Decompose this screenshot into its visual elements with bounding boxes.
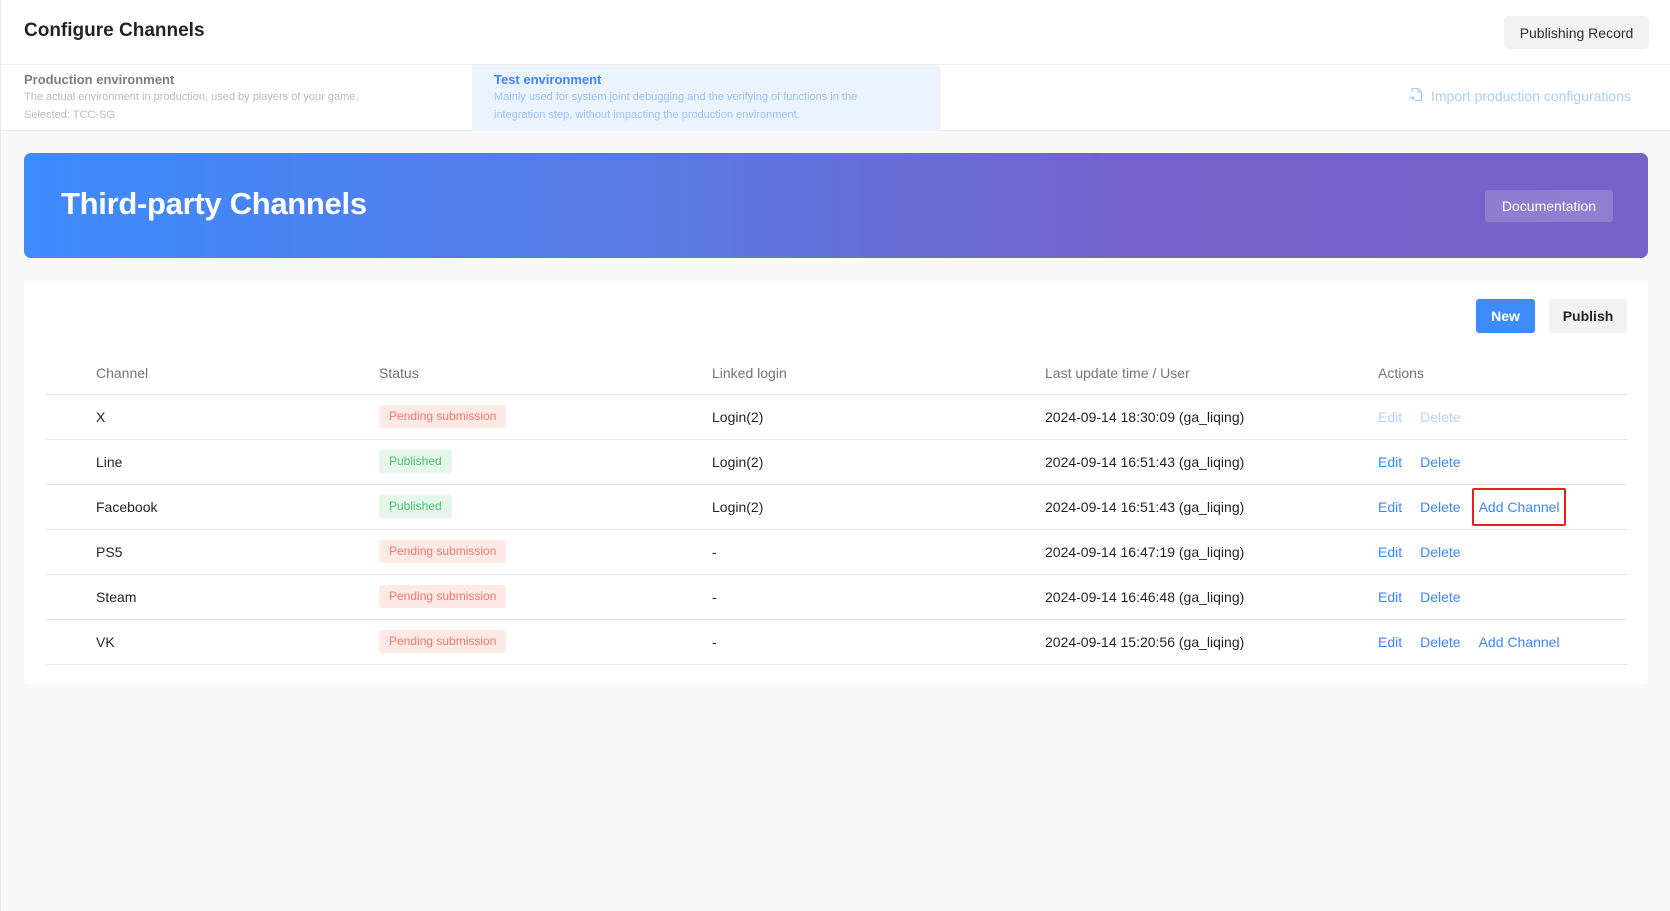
env-test-description-line2: integration step, without impacting the … xyxy=(494,109,800,121)
edit-link[interactable]: Edit xyxy=(1378,634,1402,650)
cell-status: Pending submission xyxy=(379,394,712,440)
cell-linked-login[interactable]: Login(2) xyxy=(712,439,1045,485)
cell-last-update: 2024-09-14 16:51:43 (ga_liqing) xyxy=(1045,484,1378,530)
cell-channel: PS5 xyxy=(46,529,379,575)
delete-link[interactable]: Delete xyxy=(1420,499,1460,515)
cell-last-update: 2024-09-14 16:47:19 (ga_liqing) xyxy=(1045,529,1378,575)
column-header-last-update: Last update time / User xyxy=(1045,353,1378,395)
cell-channel: Facebook xyxy=(46,484,379,530)
column-header-linked-login: Linked login xyxy=(712,353,1045,395)
channels-card: New Publish Channel Status Linked login … xyxy=(24,281,1648,684)
channels-table: Channel Status Linked login Last update … xyxy=(46,353,1627,665)
env-test-description-line1: Mainly used for system joint debugging a… xyxy=(494,91,858,103)
page-title: Configure Channels xyxy=(24,20,205,41)
cell-last-update: 2024-09-14 18:30:09 (ga_liqing) xyxy=(1045,394,1378,440)
status-badge: Published xyxy=(379,495,452,518)
cell-linked-login: - xyxy=(712,574,1045,620)
delete-link[interactable]: Delete xyxy=(1420,544,1460,560)
environment-selector: Production environment The actual enviro… xyxy=(1,65,1670,131)
cell-status: Published xyxy=(379,484,712,530)
cell-status: Pending submission xyxy=(379,574,712,620)
env-tab-test[interactable]: Test environment Mainly used for system … xyxy=(472,65,941,131)
top-bar: Configure Channels Publishing Record xyxy=(1,0,1670,65)
cell-last-update: 2024-09-14 15:20:56 (ga_liqing) xyxy=(1045,619,1378,665)
cell-linked-login[interactable]: Login(2) xyxy=(712,394,1045,440)
import-label: Import production configurations xyxy=(1431,88,1631,104)
delete-link[interactable]: Delete xyxy=(1420,589,1460,605)
status-badge: Published xyxy=(379,450,452,473)
cell-linked-login[interactable]: Login(2) xyxy=(712,484,1045,530)
edit-link[interactable]: Edit xyxy=(1378,454,1402,470)
column-header-channel: Channel xyxy=(46,353,379,395)
cell-channel: Steam xyxy=(46,574,379,620)
new-button[interactable]: New xyxy=(1476,299,1535,333)
env-production-description: The actual environment in production, us… xyxy=(24,91,359,103)
edit-link[interactable]: Edit xyxy=(1378,499,1402,515)
env-production-title: Production environment xyxy=(24,72,175,87)
table-row: Line Published Login(2) 2024-09-14 16:51:43… xyxy=(46,439,1627,485)
documentation-button[interactable]: Documentation xyxy=(1485,190,1613,222)
table-row: PS5 Pending submission -2024-09-14 16:47:1… xyxy=(46,529,1627,575)
cell-linked-login: - xyxy=(712,619,1045,665)
cell-linked-login: - xyxy=(712,529,1045,575)
delete-link[interactable]: Delete xyxy=(1420,454,1460,470)
cell-status: Pending submission xyxy=(379,619,712,665)
status-badge: Pending submission xyxy=(379,585,507,608)
delete-link[interactable]: Delete xyxy=(1420,634,1460,650)
cell-last-update: 2024-09-14 16:46:48 (ga_liqing) xyxy=(1045,574,1378,620)
table-row: Steam Pending submission -2024-09-14 16:46… xyxy=(46,574,1627,620)
table-header-row: Channel Status Linked login Last update … xyxy=(46,353,1627,395)
table-row: Facebook Published Login(2) 2024-09-14 16:5… xyxy=(46,484,1627,530)
edit-link[interactable]: Edit xyxy=(1378,544,1402,560)
table-row: X Pending submission Login(2) 2024-09-14 18… xyxy=(46,394,1627,440)
env-production-selected: Selected: TCC-SG xyxy=(24,109,115,121)
cell-actions: Edit Delete xyxy=(1378,439,1627,485)
column-header-status: Status xyxy=(379,353,712,395)
delete-link: Delete xyxy=(1420,408,1461,425)
cell-status: Pending submission xyxy=(379,529,712,575)
status-badge: Pending submission xyxy=(379,630,507,653)
import-production-configurations-link[interactable]: Import production configurations xyxy=(1409,87,1631,105)
file-import-icon xyxy=(1409,87,1423,105)
env-tab-production[interactable]: Production environment The actual enviro… xyxy=(2,65,472,131)
publishing-record-button[interactable]: Publishing Record xyxy=(1504,16,1649,49)
cell-actions: Edit Delete xyxy=(1378,529,1627,575)
cell-actions: Edit Delete Add Channel xyxy=(1378,619,1627,665)
cell-actions: Edit Delete xyxy=(1378,574,1627,620)
third-party-channels-banner: Third-party Channels Documentation xyxy=(24,153,1648,258)
env-test-title: Test environment xyxy=(494,72,602,87)
cell-actions: Edit Delete Add Channel xyxy=(1378,484,1627,530)
cell-channel: VK xyxy=(46,619,379,665)
cell-channel: Line xyxy=(46,439,379,485)
cell-last-update: 2024-09-14 16:51:43 (ga_liqing) xyxy=(1045,439,1378,485)
add-channel-link[interactable]: Add Channel xyxy=(1479,499,1560,515)
column-header-actions: Actions xyxy=(1378,353,1627,395)
cell-channel: X xyxy=(46,394,379,440)
edit-link[interactable]: Edit xyxy=(1378,589,1402,605)
cell-status: Published xyxy=(379,439,712,485)
banner-title: Third-party Channels xyxy=(61,186,367,221)
table-row: VK Pending submission -2024-09-14 15:20:56… xyxy=(46,619,1627,665)
status-badge: Pending submission xyxy=(379,405,507,428)
status-badge: Pending submission xyxy=(379,540,507,563)
publish-button[interactable]: Publish xyxy=(1549,299,1627,333)
edit-link: Edit xyxy=(1378,408,1403,425)
add-channel-link[interactable]: Add Channel xyxy=(1479,634,1560,650)
cell-actions: Edit Delete xyxy=(1378,394,1627,440)
